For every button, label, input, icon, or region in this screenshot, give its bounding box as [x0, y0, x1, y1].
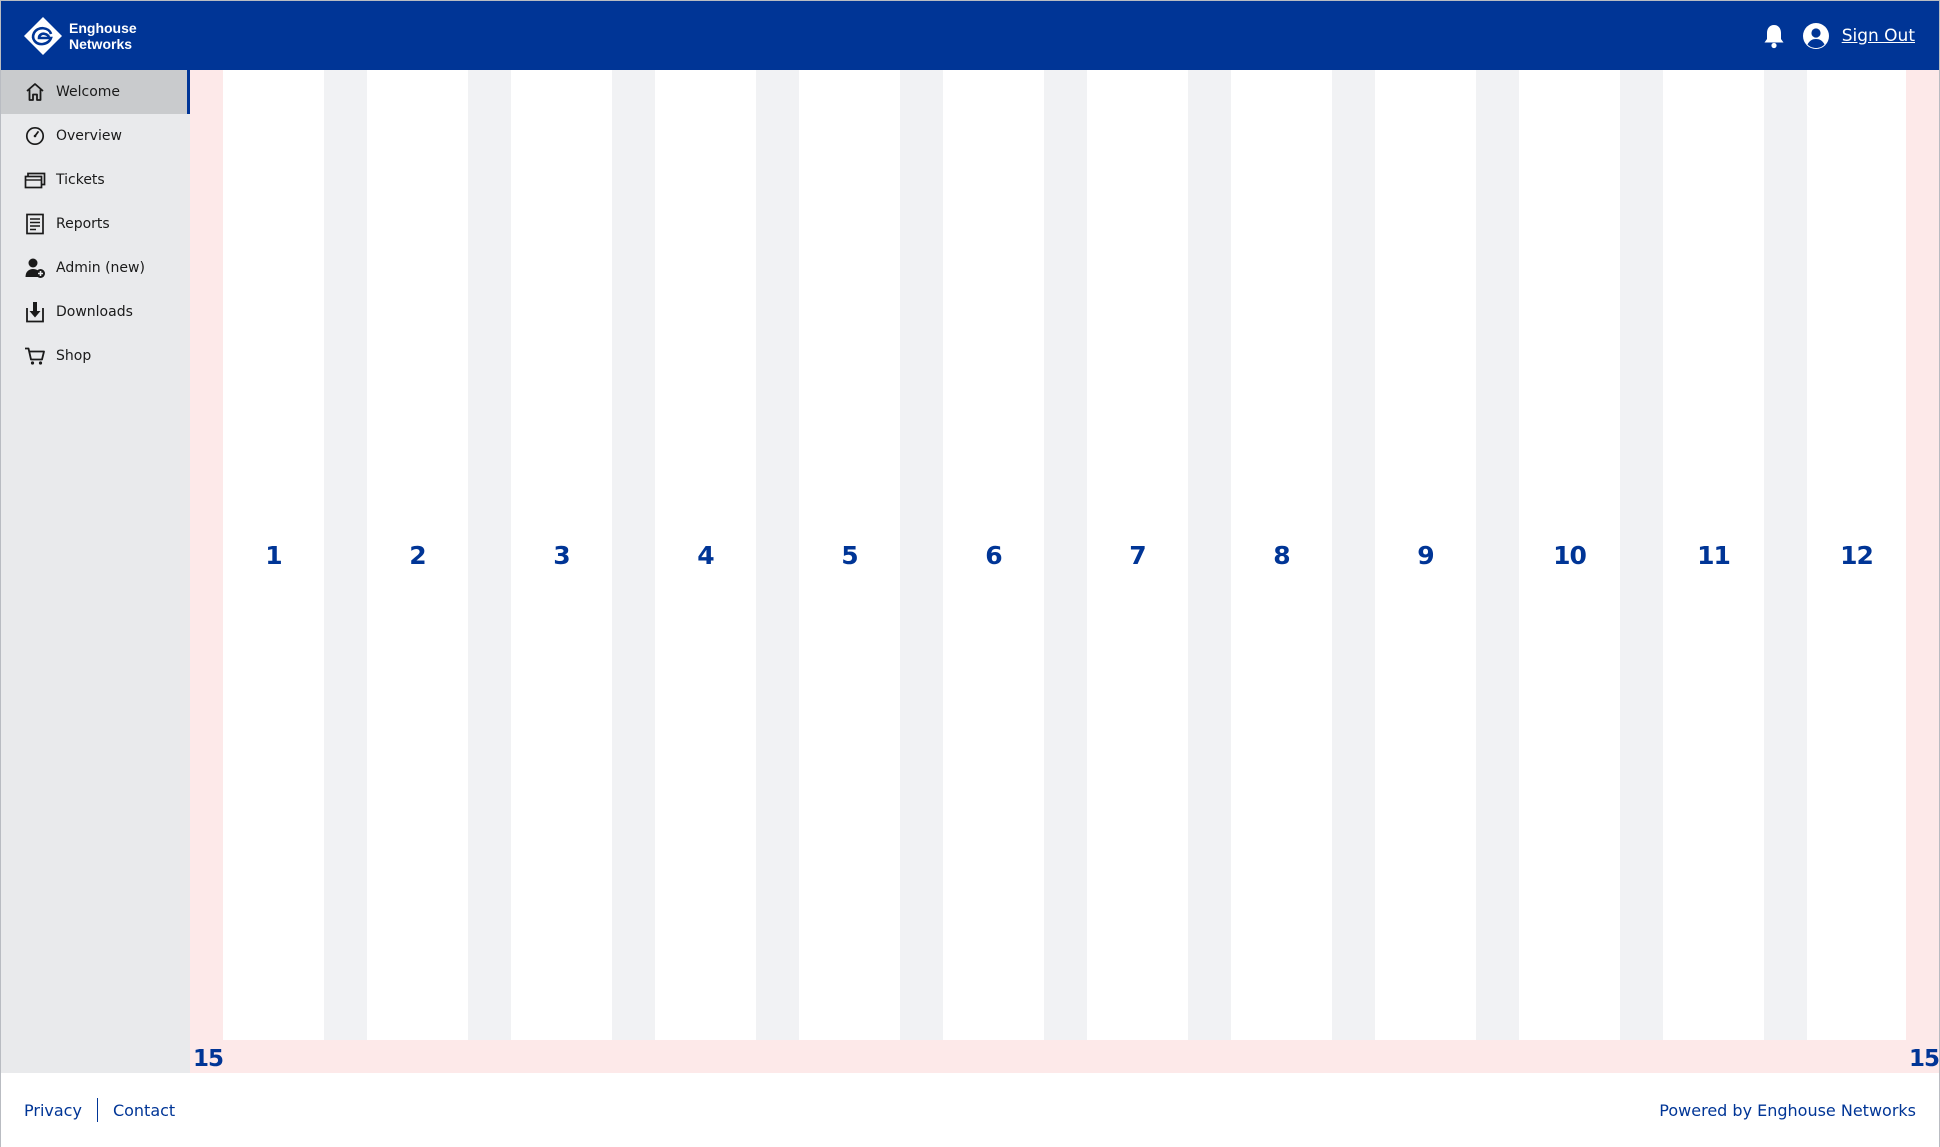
admin-user-icon: [23, 256, 47, 280]
powered-by-text: Powered by Enghouse Networks: [1659, 1100, 1916, 1120]
download-icon: [23, 300, 47, 324]
grid-column: 4: [655, 70, 756, 1040]
sidebar-item-overview[interactable]: Overview: [1, 114, 190, 158]
header-actions: Sign Out: [1760, 22, 1915, 50]
cart-icon: [23, 344, 47, 368]
sidebar-item-tickets[interactable]: Tickets: [1, 158, 190, 202]
layout-grid: 1 2 3 4 5 6 7 8 9 10 11 12 15 15: [190, 70, 1940, 1073]
grid-column: 8: [1231, 70, 1332, 1040]
contact-link[interactable]: Contact: [113, 1101, 175, 1120]
brand-name: Enghouse Networks: [69, 20, 137, 52]
grid-column: 2: [367, 70, 468, 1040]
grid-column: 11: [1663, 70, 1764, 1040]
sidebar-item-label: Downloads: [56, 304, 133, 320]
column-number: 11: [1697, 540, 1731, 570]
footer: Privacy Contact Powered by Enghouse Netw…: [1, 1073, 1939, 1147]
margin-right-label: 15: [1909, 1046, 1940, 1072]
top-header: Enghouse Networks Sign Out: [1, 1, 1939, 70]
column-number: 7: [1129, 540, 1146, 570]
column-number: 5: [841, 540, 858, 570]
sidebar-item-downloads[interactable]: Downloads: [1, 290, 190, 334]
sidebar-item-label: Welcome: [56, 84, 121, 100]
sidebar: Welcome Overview Tickets Reports Admin (…: [1, 70, 190, 1073]
report-icon: [23, 212, 47, 236]
margin-left-label: 15: [193, 1046, 224, 1072]
sidebar-item-label: Reports: [56, 216, 110, 232]
sidebar-item-label: Tickets: [56, 172, 105, 188]
column-number: 1: [265, 540, 282, 570]
enghouse-logo-icon: [24, 16, 62, 55]
sidebar-item-label: Shop: [56, 348, 92, 364]
sidebar-item-label: Overview: [56, 128, 122, 144]
grid-column: 5: [799, 70, 900, 1040]
footer-divider: [96, 1098, 98, 1122]
brand-line1: Enghouse: [69, 19, 137, 36]
column-number: 9: [1417, 540, 1434, 570]
grid-column: 1: [223, 70, 324, 1040]
tickets-icon: [23, 168, 47, 192]
grid-column: 7: [1087, 70, 1188, 1040]
column-number: 12: [1840, 540, 1874, 570]
column-number: 10: [1553, 540, 1587, 570]
sidebar-item-reports[interactable]: Reports: [1, 202, 190, 246]
grid-column: 10: [1519, 70, 1620, 1040]
sign-out-link[interactable]: Sign Out: [1842, 26, 1915, 46]
brand-line2: Networks: [69, 35, 133, 52]
brand[interactable]: Enghouse Networks: [23, 16, 137, 56]
sidebar-item-welcome[interactable]: Welcome: [1, 70, 190, 114]
grid-gutters: 1 2 3 4 5 6 7 8 9 10 11 12: [223, 70, 1906, 1040]
sidebar-item-shop[interactable]: Shop: [1, 334, 190, 378]
grid-column: 9: [1375, 70, 1476, 1040]
sidebar-item-label: Admin (new): [56, 260, 145, 276]
sidebar-item-admin[interactable]: Admin (new): [1, 246, 190, 290]
grid-column: 6: [943, 70, 1044, 1040]
column-number: 8: [1273, 540, 1290, 570]
column-number: 4: [697, 540, 714, 570]
privacy-link[interactable]: Privacy: [24, 1101, 82, 1120]
home-icon: [23, 80, 47, 104]
column-number: 6: [985, 540, 1002, 570]
grid-column: 3: [511, 70, 612, 1040]
bell-icon[interactable]: [1760, 22, 1788, 50]
grid-column: 12: [1807, 70, 1906, 1040]
gauge-icon: [23, 124, 47, 148]
column-number: 2: [409, 540, 426, 570]
user-circle-icon[interactable]: [1802, 22, 1830, 50]
column-number: 3: [553, 540, 570, 570]
footer-links: Privacy Contact: [24, 1098, 175, 1122]
